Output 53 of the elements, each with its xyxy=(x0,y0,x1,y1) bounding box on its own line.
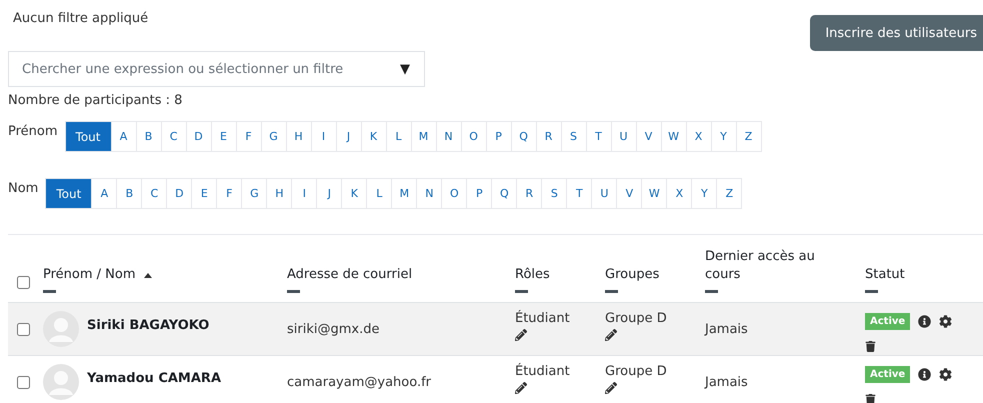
initial-filter-link[interactable]: G xyxy=(262,122,287,151)
initial-filter-link[interactable]: I xyxy=(312,122,337,151)
initial-filter-link[interactable]: E xyxy=(212,122,237,151)
initial-filter-link[interactable]: T xyxy=(586,122,612,151)
initials-label: Prénom xyxy=(8,123,58,139)
email-text: camarayam@yahoo.fr xyxy=(287,374,432,390)
column-header[interactable]: Groupes xyxy=(605,266,660,284)
initial-filter-link[interactable]: A xyxy=(112,122,137,151)
initials-label: Nom xyxy=(8,180,38,196)
initial-filter-link[interactable]: P xyxy=(486,122,512,151)
status-badge: Active xyxy=(865,366,910,382)
email-text: siriki@gmx.de xyxy=(287,322,380,336)
participant-count: Nombre de participants : 8 xyxy=(8,93,184,108)
initial-filter-link[interactable]: L xyxy=(386,122,412,151)
initial-filter-link[interactable]: K xyxy=(362,122,387,151)
initial-filter-link[interactable]: C xyxy=(162,122,187,151)
status-badge: Active xyxy=(865,312,910,330)
column-header[interactable]: Rôles xyxy=(515,266,550,284)
initial-filter-link[interactable]: Tout xyxy=(46,179,92,208)
column-header[interactable]: Adresse de courriel xyxy=(287,266,412,284)
initial-filter-link[interactable]: F xyxy=(236,122,262,151)
column-header[interactable]: Statut xyxy=(865,266,905,284)
search-dropdown[interactable]: Chercher une expression ou sélectionner un filtre ▼ xyxy=(8,51,425,87)
column-header[interactable]: Dernier accès au cours xyxy=(705,248,835,284)
initial-filter-link[interactable]: N xyxy=(436,122,462,151)
initial-filter-link[interactable]: M xyxy=(412,122,437,151)
initial-filter-link[interactable]: Z xyxy=(736,122,762,151)
last-access-text: Jamais xyxy=(705,322,748,336)
initial-filter-link[interactable]: D xyxy=(186,122,212,151)
group-text: Groupe D xyxy=(605,364,668,379)
initial-filter-link[interactable]: W xyxy=(662,122,687,151)
initial-filter-link[interactable]: B xyxy=(136,122,162,151)
initial-filter-link[interactable]: O xyxy=(462,122,487,151)
initial-filter-link[interactable]: Y xyxy=(712,122,737,151)
initial-filter-link[interactable]: S xyxy=(562,122,587,151)
last-access-text: Jamais xyxy=(705,374,748,390)
filter-status: Aucun filtre appliqué xyxy=(12,10,148,26)
participant-name[interactable]: Siriki BAGAYOKO xyxy=(87,318,210,332)
initial-filter-link[interactable]: Tout xyxy=(66,122,112,151)
initial-filter-link[interactable]: H xyxy=(286,122,312,151)
initial-filter-link[interactable]: R xyxy=(536,122,562,151)
initial-filter-link[interactable]: V xyxy=(636,122,662,151)
enrol-users-button[interactable]: Inscrire des utilisateurs xyxy=(810,15,983,51)
role-text: Étudiant xyxy=(515,364,571,379)
group-text: Groupe D xyxy=(605,311,668,326)
initial-filter-link[interactable]: U xyxy=(612,122,637,151)
dropdown-arrow: ▼ xyxy=(400,62,410,76)
initial-filter-link[interactable]: Q xyxy=(512,122,537,151)
initial-filter-link[interactable]: J xyxy=(336,122,362,151)
participant-name[interactable]: Yamadou CAMARA xyxy=(87,370,221,386)
role-text: Étudiant xyxy=(515,311,571,326)
column-header[interactable]: Prénom / Nom xyxy=(43,266,136,284)
initial-filter-link[interactable]: X xyxy=(686,122,712,151)
